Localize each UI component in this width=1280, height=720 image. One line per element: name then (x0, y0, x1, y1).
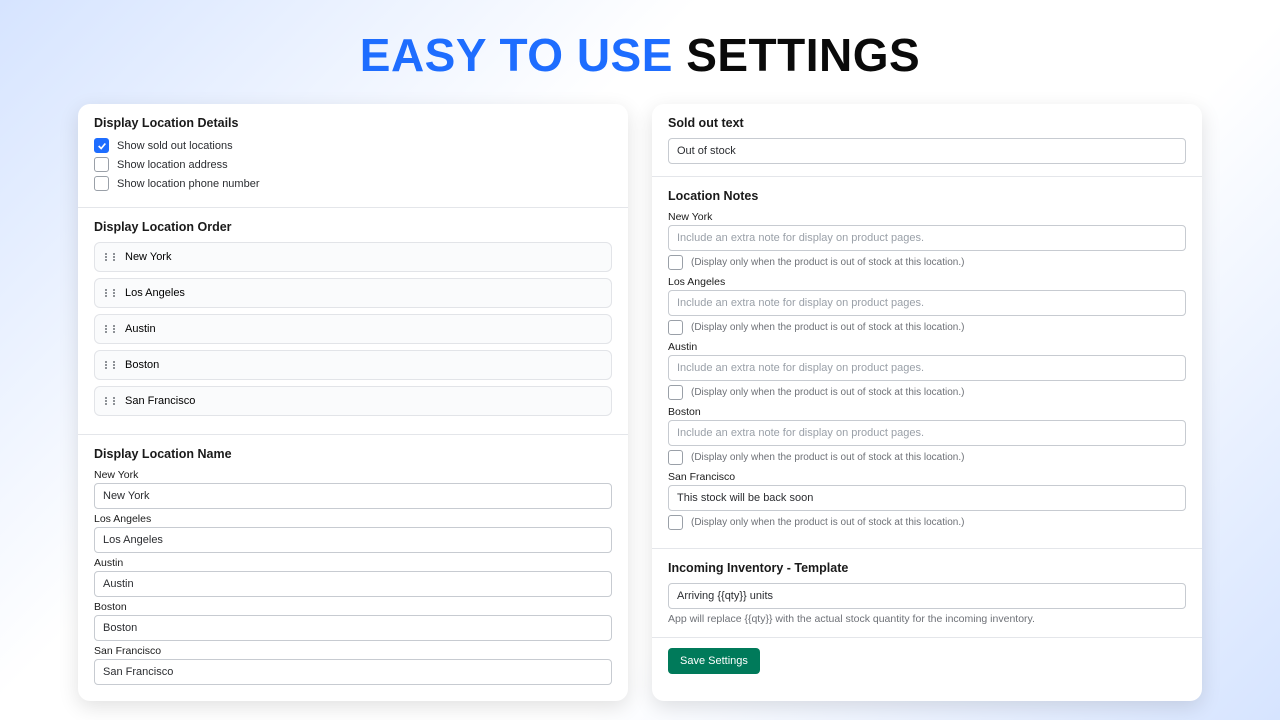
right-panel: Sold out text Location Notes New York (Di… (652, 104, 1202, 701)
section-heading: Sold out text (668, 116, 1186, 130)
location-name-label: Austin (94, 557, 612, 569)
note-location-label: Los Angeles (668, 276, 1186, 288)
checkbox-label: Show location phone number (117, 178, 259, 190)
order-item-label: San Francisco (125, 395, 195, 407)
note-only-when-oos-checkbox[interactable] (668, 450, 683, 465)
page-title: EASY TO USE SETTINGS (0, 0, 1280, 104)
location-name-input[interactable] (94, 571, 612, 597)
drag-handle-icon[interactable] (105, 289, 115, 297)
order-item[interactable]: Boston (94, 350, 612, 380)
checkbox-label: Show sold out locations (117, 140, 233, 152)
note-only-when-oos-checkbox[interactable] (668, 320, 683, 335)
show-address-checkbox[interactable] (94, 157, 109, 172)
note-input[interactable] (668, 420, 1186, 446)
checkbox-label: Show location address (117, 159, 228, 171)
incoming-helper-text: App will replace {{qty}} with the actual… (668, 613, 1186, 625)
location-name-input[interactable] (94, 659, 612, 685)
note-location-label: Boston (668, 406, 1186, 418)
section-heading: Display Location Details (94, 116, 612, 130)
location-name-label: San Francisco (94, 645, 612, 657)
note-input[interactable] (668, 485, 1186, 511)
drag-handle-icon[interactable] (105, 397, 115, 405)
order-item[interactable]: San Francisco (94, 386, 612, 416)
note-input[interactable] (668, 225, 1186, 251)
order-item[interactable]: New York (94, 242, 612, 272)
location-name-input[interactable] (94, 615, 612, 641)
note-input[interactable] (668, 290, 1186, 316)
title-part2: SETTINGS (686, 29, 920, 81)
show-sold-out-checkbox[interactable] (94, 138, 109, 153)
note-only-when-oos-checkbox[interactable] (668, 385, 683, 400)
note-location-label: New York (668, 211, 1186, 223)
section-heading: Display Location Name (94, 447, 612, 461)
note-checkbox-hint: (Display only when the product is out of… (691, 322, 964, 333)
location-notes-section: Location Notes New York (Display only whe… (652, 177, 1202, 549)
order-item[interactable]: Austin (94, 314, 612, 344)
show-phone-checkbox[interactable] (94, 176, 109, 191)
note-only-when-oos-checkbox[interactable] (668, 255, 683, 270)
note-checkbox-hint: (Display only when the product is out of… (691, 387, 964, 398)
drag-handle-icon[interactable] (105, 325, 115, 333)
order-item-label: Los Angeles (125, 287, 185, 299)
order-item-label: Boston (125, 359, 159, 371)
section-heading: Incoming Inventory - Template (668, 561, 1186, 575)
note-input[interactable] (668, 355, 1186, 381)
title-part1: EASY TO USE (360, 29, 673, 81)
display-location-name-section: Display Location Name New York Los Angele… (78, 435, 628, 701)
location-name-label: Boston (94, 601, 612, 613)
save-settings-button[interactable]: Save Settings (668, 648, 760, 674)
note-location-label: San Francisco (668, 471, 1186, 483)
display-location-order-section: Display Location Order New York Los Angel… (78, 208, 628, 435)
note-checkbox-hint: (Display only when the product is out of… (691, 257, 964, 268)
location-name-input[interactable] (94, 483, 612, 509)
section-heading: Display Location Order (94, 220, 612, 234)
order-item[interactable]: Los Angeles (94, 278, 612, 308)
display-location-details-section: Display Location Details Show sold out l… (78, 104, 628, 208)
order-item-label: New York (125, 251, 171, 263)
incoming-template-input[interactable] (668, 583, 1186, 609)
drag-handle-icon[interactable] (105, 253, 115, 261)
drag-handle-icon[interactable] (105, 361, 115, 369)
order-item-label: Austin (125, 323, 156, 335)
note-checkbox-hint: (Display only when the product is out of… (691, 517, 964, 528)
location-name-label: Los Angeles (94, 513, 612, 525)
note-only-when-oos-checkbox[interactable] (668, 515, 683, 530)
left-panel: Display Location Details Show sold out l… (78, 104, 628, 701)
note-checkbox-hint: (Display only when the product is out of… (691, 452, 964, 463)
incoming-inventory-section: Incoming Inventory - Template App will r… (652, 549, 1202, 638)
sold-out-text-section: Sold out text (652, 104, 1202, 177)
location-name-label: New York (94, 469, 612, 481)
sold-out-input[interactable] (668, 138, 1186, 164)
note-location-label: Austin (668, 341, 1186, 353)
section-heading: Location Notes (668, 189, 1186, 203)
location-name-input[interactable] (94, 527, 612, 553)
save-section: Save Settings (652, 638, 1202, 688)
